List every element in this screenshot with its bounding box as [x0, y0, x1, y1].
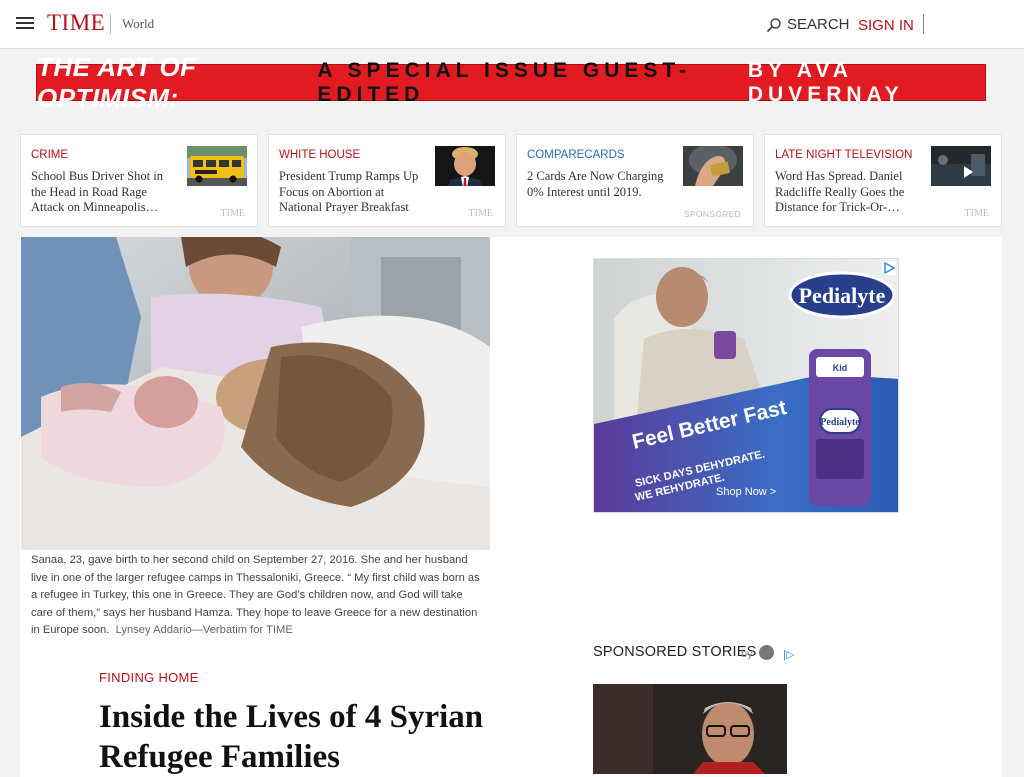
bottle-label: Pedialyte: [820, 417, 860, 428]
section-label[interactable]: World: [122, 16, 154, 32]
header-divider-right: [923, 14, 924, 34]
search-label: SEARCH: [787, 16, 850, 33]
card-title: President Trump Ramps Up Focus on Aborti…: [279, 169, 419, 214]
sponsor-network-logo-icon[interactable]: [759, 645, 774, 660]
article-lead-photo: [21, 237, 490, 550]
search-icon: [766, 17, 781, 32]
article-kicker[interactable]: FINDING HOME: [99, 670, 199, 685]
card-source: SPONSORED: [683, 209, 741, 219]
story-card[interactable]: LATE NIGHT TELEVISION Word Has Spread. D…: [764, 134, 1002, 227]
banner-subtitle: A SPECIAL ISSUE GUEST-EDITED: [317, 58, 692, 106]
ad-brand-logo: Pedialyte: [799, 283, 886, 308]
card-source: TIME: [468, 208, 493, 219]
card-category: LATE NIGHT TELEVISION: [775, 149, 913, 161]
search-button[interactable]: SEARCH: [766, 16, 850, 33]
banner-title: THE ART OF OPTIMISM:: [37, 51, 197, 113]
video-thumbnail: [931, 146, 991, 186]
bottle-small-label: Kid: [833, 363, 848, 373]
sponsored-by-label: by: [741, 648, 753, 660]
sponsor-adchoices-icon[interactable]: |▷: [783, 648, 794, 661]
story-card[interactable]: CRIME School Bus Driver Shot in the Head…: [20, 134, 258, 227]
hamburger-menu-icon[interactable]: [16, 17, 34, 29]
card-category: WHITE HOUSE: [279, 149, 361, 161]
card-title: 2 Cards Are Now Charging 0% Interest unt…: [527, 169, 664, 199]
card-title: Word Has Spread. Daniel Radcliffe Really…: [775, 169, 905, 214]
photo-credit: Lynsey Addario—Verbatim for TIME: [115, 624, 293, 636]
story-card[interactable]: WHITE HOUSE President Trump Ramps Up Foc…: [268, 134, 506, 227]
credit-card-thumbnail: [683, 146, 743, 186]
header-divider: [110, 14, 111, 34]
banner-editor: BY AVA DUVERNAY: [747, 58, 904, 106]
card-source: TIME: [964, 208, 989, 219]
pedialyte-ad[interactable]: Pedialyte Feel Better Fast SICK DAYS DEH…: [593, 258, 899, 513]
adchoices-icon[interactable]: [882, 261, 896, 275]
sign-in-link[interactable]: SIGN IN: [858, 17, 914, 34]
president-thumbnail: [435, 146, 495, 186]
card-source: TIME: [220, 208, 245, 219]
ad-cta: Shop Now >: [716, 486, 776, 498]
card-title: School Bus Driver Shot in the Head in Ro…: [31, 169, 163, 214]
card-category: COMPARECARDS: [527, 149, 625, 161]
school-bus-thumbnail: [187, 146, 247, 186]
special-issue-banner[interactable]: THE ART OF OPTIMISM: A SPECIAL ISSUE GUE…: [36, 52, 986, 113]
photo-caption: Sanaa, 23, gave birth to her second chil…: [31, 552, 483, 640]
card-category: CRIME: [31, 149, 69, 161]
time-logo[interactable]: TIME: [47, 10, 105, 36]
sponsored-stories-title: SPONSORED STORIES: [593, 644, 757, 660]
sponsored-card[interactable]: COMPARECARDS 2 Cards Are Now Charging 0%…: [516, 134, 754, 227]
article-headline: Inside the Lives of 4 Syrian Refugee Fam…: [99, 699, 484, 775]
sponsored-story-thumbnail[interactable]: [593, 684, 787, 774]
